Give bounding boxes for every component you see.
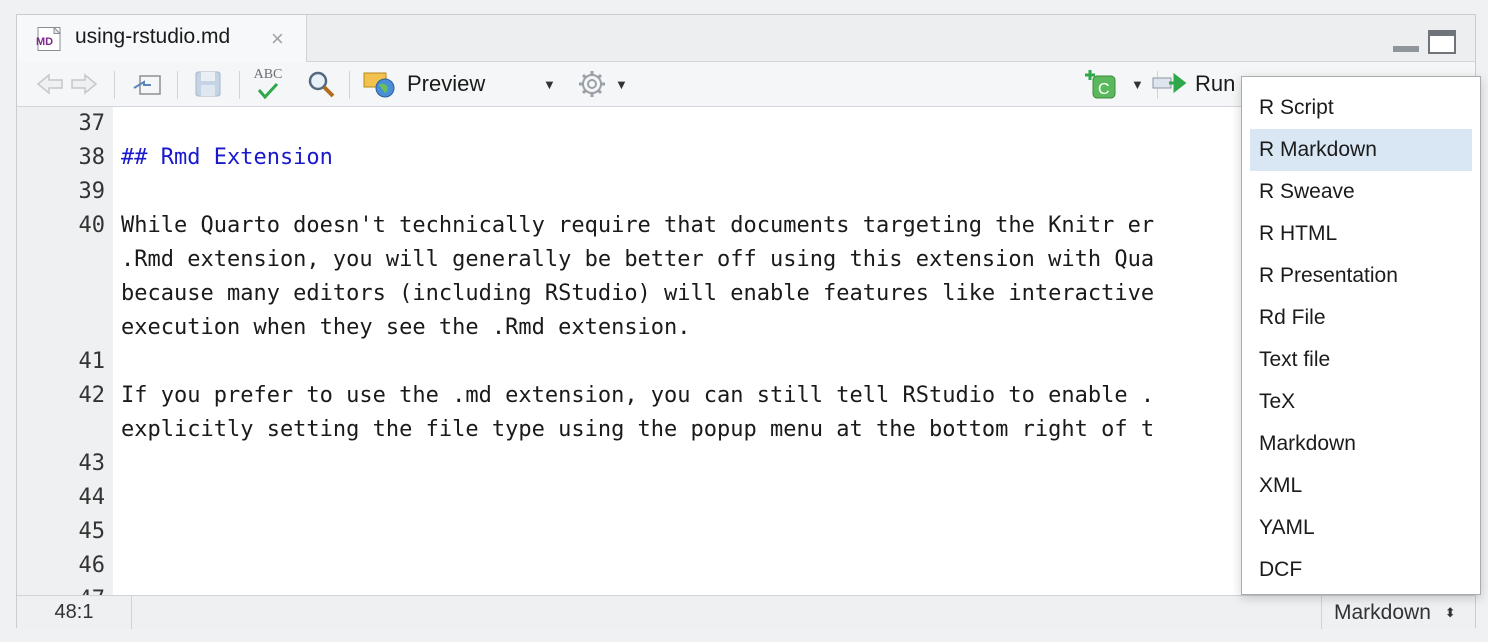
back-button[interactable] (35, 62, 65, 106)
line-number (17, 277, 113, 311)
file-type-menu: R Script R Markdown R Sweave R HTML R Pr… (1241, 76, 1481, 595)
preview-button[interactable]: Preview (361, 62, 485, 106)
spellcheck-abc-label: ABC (253, 67, 283, 82)
tab-title: using-rstudio.md (75, 25, 231, 48)
show-in-new-window-button[interactable] (131, 62, 163, 106)
line-number: 44 (78, 485, 106, 510)
line-number: 41 (78, 349, 106, 374)
file-type-label: Markdown (1334, 601, 1431, 624)
checkmark-icon (257, 82, 279, 100)
menu-item-r-script[interactable]: R Script (1250, 87, 1472, 129)
menu-item-yaml[interactable]: YAML (1250, 507, 1472, 549)
line-number-gutter: 37 38 39 40 41 42 43 44 45 46 47 (17, 107, 113, 595)
preview-options-dropdown[interactable]: ▼ (543, 62, 556, 106)
menu-item-markdown[interactable]: Markdown (1250, 423, 1472, 465)
line-number: 47 (17, 583, 113, 595)
file-type-selector[interactable]: Markdown ⬍ (1321, 596, 1475, 629)
menu-item-text-file[interactable]: Text file (1250, 339, 1472, 381)
line-number: 38 (78, 145, 106, 170)
line-number (17, 243, 113, 277)
menu-item-r-sweave[interactable]: R Sweave (1250, 171, 1472, 213)
line-number: 45 (78, 519, 106, 544)
menu-item-rd-file[interactable]: Rd File (1250, 297, 1472, 339)
tab-using-rstudio-md[interactable]: MD using-rstudio.md × (17, 15, 307, 62)
save-button[interactable] (193, 62, 223, 106)
settings-button[interactable]: ▼ (577, 62, 628, 106)
status-bar: 48:1 Markdown ⬍ (17, 595, 1475, 629)
line-number: 43 (78, 451, 106, 476)
menu-item-r-presentation[interactable]: R Presentation (1250, 255, 1472, 297)
insert-code-chunk-icon: C (1085, 70, 1116, 99)
minimize-pane-icon[interactable] (1391, 29, 1421, 55)
line-number (17, 311, 113, 345)
spellcheck-button[interactable]: ABC (253, 62, 283, 106)
line-number: 37 (78, 111, 106, 136)
run-button[interactable]: Run (1151, 62, 1235, 106)
chevron-down-icon: ▼ (1131, 76, 1144, 92)
save-disk-icon (195, 71, 221, 97)
preview-globe-icon (363, 72, 395, 98)
insert-chunk-button[interactable]: C ▼ (1081, 62, 1144, 106)
find-replace-button[interactable] (305, 62, 337, 106)
line-number (17, 413, 113, 447)
tab-strip: MD using-rstudio.md × (17, 15, 1475, 62)
magnifier-search-icon (308, 71, 335, 98)
menu-item-dcf[interactable]: DCF (1250, 549, 1472, 591)
file-badge: MD (36, 36, 53, 48)
svg-text:C: C (1098, 81, 1110, 98)
chevron-down-icon: ▼ (615, 76, 628, 92)
menu-item-r-markdown[interactable]: R Markdown (1250, 129, 1472, 171)
close-tab-icon[interactable]: × (271, 26, 284, 52)
open-in-window-icon (133, 75, 161, 95)
gear-icon (579, 71, 605, 97)
markdown-file-icon: MD (36, 27, 62, 51)
line-number: 42 (78, 383, 106, 408)
menu-item-tex[interactable]: TeX (1250, 381, 1472, 423)
cursor-position: 48:1 (17, 596, 132, 629)
line-number: 46 (78, 553, 106, 578)
chevron-down-icon: ▼ (543, 76, 556, 92)
menu-item-xml[interactable]: XML (1250, 465, 1472, 507)
forward-button[interactable] (69, 62, 99, 106)
preview-label: Preview (407, 71, 486, 96)
maximize-pane-icon[interactable] (1427, 29, 1457, 55)
run-arrow-icon (1152, 72, 1187, 94)
back-arrow-icon (36, 73, 63, 95)
line-number: 40 (78, 213, 106, 238)
updown-chevron-icon: ⬍ (1444, 605, 1456, 620)
line-number: 39 (78, 179, 106, 204)
menu-item-r-html[interactable]: R HTML (1250, 213, 1472, 255)
forward-arrow-icon (71, 73, 98, 95)
run-label: Run (1195, 71, 1236, 96)
